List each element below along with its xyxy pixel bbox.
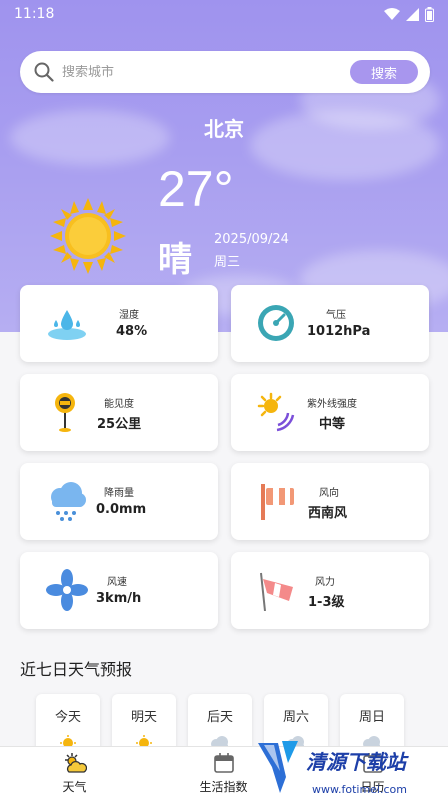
rainfall-value: 0.0mm	[96, 502, 147, 517]
status-bar: 11:18	[0, 0, 448, 28]
current-date: 2025/09/24	[214, 232, 289, 247]
humidity-icon	[48, 310, 86, 340]
forecast-day-label: 后天	[206, 710, 233, 725]
windsock-icon	[260, 572, 293, 611]
nav-life-index-label: 生活指数	[199, 780, 248, 794]
visibility-card[interactable]: 能见度 25公里	[20, 374, 218, 451]
nav-weather[interactable]: 天气	[0, 747, 149, 800]
rain-cloud-icon	[51, 482, 86, 521]
rainfall-card[interactable]: 降雨量 0.0mm	[20, 463, 218, 540]
forecast-title: 近七日天气预报	[20, 660, 133, 679]
pressure-label: 气压	[326, 310, 346, 321]
visibility-value: 25公里	[97, 417, 142, 432]
wind-force-label: 风力	[315, 577, 335, 588]
city-name: 北京	[204, 117, 244, 141]
wind-direction-card[interactable]: 风向 西南风	[231, 463, 429, 540]
search-bar: 搜索	[20, 51, 430, 93]
search-button[interactable]: 搜索	[350, 60, 418, 84]
current-weekday: 周三	[214, 255, 241, 270]
battery-icon	[425, 6, 434, 22]
forecast-day-label: 明天	[130, 710, 157, 725]
forecast-day-label: 今天	[54, 710, 81, 725]
wind-force-value: 1-3级	[308, 595, 345, 610]
wifi-icon	[384, 8, 400, 20]
rainfall-label: 降雨量	[104, 488, 134, 499]
visibility-sign-icon	[55, 393, 75, 432]
nav-weather-label: 天气	[62, 780, 87, 794]
wind-force-card[interactable]: 风力 1-3级	[231, 552, 429, 629]
pressure-value: 1012hPa	[307, 324, 371, 339]
watermark-title: 清源下载站	[306, 750, 409, 774]
forecast-day-label: 周日	[358, 710, 385, 725]
status-time: 11:18	[14, 6, 55, 22]
uv-label: 紫外线强度	[307, 399, 357, 410]
wind-direction-value: 西南风	[308, 506, 348, 521]
uv-value: 中等	[319, 417, 346, 432]
wind-direction-label: 风向	[319, 488, 339, 499]
weather-condition: 晴	[158, 240, 192, 280]
pressure-card[interactable]: 气压 1012hPa	[231, 285, 429, 362]
uv-card[interactable]: 紫外线强度 中等	[231, 374, 429, 451]
current-temperature: 27°	[158, 161, 234, 217]
fan-icon	[46, 569, 88, 611]
search-input[interactable]	[62, 64, 350, 80]
humidity-label: 湿度	[119, 310, 139, 321]
watermark-url: www.fotimei.com	[312, 783, 407, 796]
wind-speed-card[interactable]: 风速 3km/h	[20, 552, 218, 629]
wind-speed-label: 风速	[107, 577, 127, 588]
humidity-card[interactable]: 湿度 48%	[20, 285, 218, 362]
forecast-day-label: 周六	[282, 710, 309, 725]
weather-icon	[64, 753, 87, 773]
visibility-label: 能见度	[104, 399, 134, 410]
wind-speed-value: 3km/h	[96, 591, 142, 606]
search-icon	[34, 62, 54, 82]
pressure-gauge-icon	[258, 305, 294, 341]
humidity-value: 48%	[116, 324, 148, 339]
calendar-icon	[213, 753, 234, 773]
wind-direction-icon	[261, 484, 294, 520]
sun-icon	[50, 198, 126, 274]
signal-icon	[406, 7, 419, 21]
uv-sun-icon	[257, 392, 295, 432]
watermark-logo: 清源下载站 www.fotimei.com	[258, 741, 409, 796]
